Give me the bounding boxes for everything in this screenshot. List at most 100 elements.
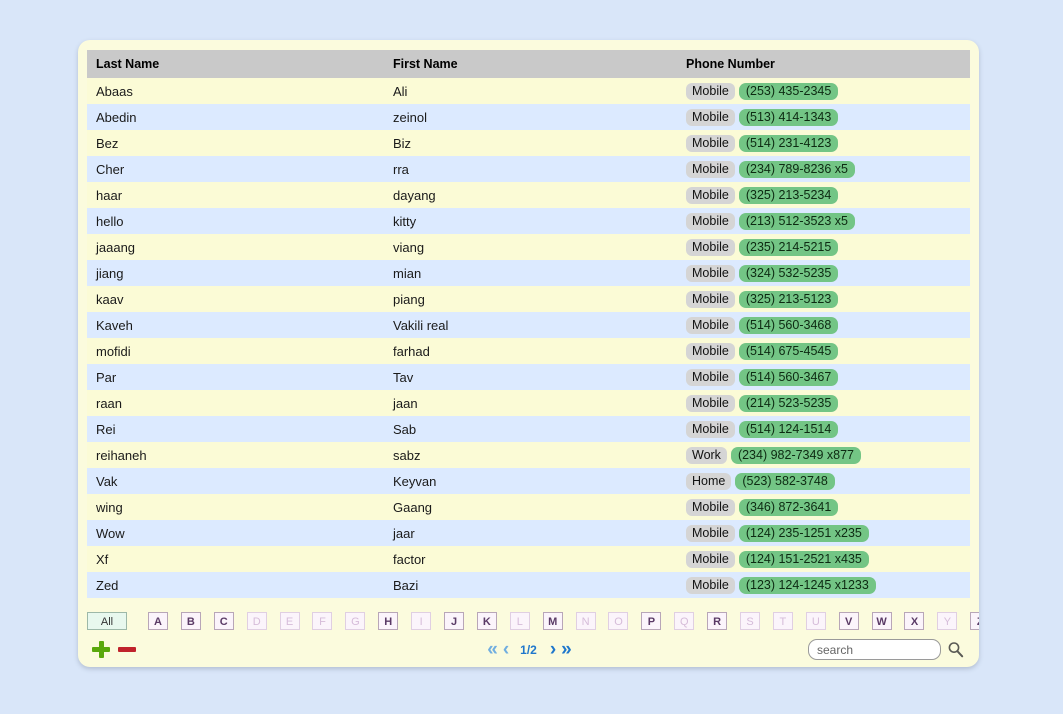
cell-last-name: Wow <box>87 520 384 546</box>
cell-first-name: dayang <box>384 182 677 208</box>
cell-first-name: factor <box>384 546 677 572</box>
phone-type-badge: Mobile <box>686 498 735 516</box>
table-row[interactable]: haar dayang Mobile (325) 213-5234 <box>87 182 970 208</box>
alpha-filter-b[interactable]: B <box>180 612 201 630</box>
table-row[interactable]: Vak Keyvan Home (523) 582-3748 <box>87 468 970 494</box>
alpha-filter-v[interactable]: V <box>838 612 859 630</box>
cell-last-name: Par <box>87 364 384 390</box>
alpha-filter-r[interactable]: R <box>707 612 728 630</box>
cell-last-name: wing <box>87 494 384 520</box>
table-row[interactable]: Wow jaar Mobile (124) 235-1251 x235 <box>87 520 970 546</box>
cell-phone: Mobile (514) 231-4123 <box>677 130 970 156</box>
table-row[interactable]: Kaveh Vakili real Mobile (514) 560-3468 <box>87 312 970 338</box>
cell-phone: Home (523) 582-3748 <box>677 468 970 494</box>
table-row[interactable]: Bez Biz Mobile (514) 231-4123 <box>87 130 970 156</box>
alpha-filter-c[interactable]: C <box>213 612 234 630</box>
alpha-filter-i[interactable]: I <box>411 612 432 630</box>
cell-last-name: jiang <box>87 260 384 286</box>
phone-number-badge: (346) 872-3641 <box>738 498 839 516</box>
search-input[interactable] <box>808 639 941 660</box>
table-row[interactable]: hello kitty Mobile (213) 512-3523 x5 <box>87 208 970 234</box>
table-row[interactable]: Par Tav Mobile (514) 560-3467 <box>87 364 970 390</box>
phone-number-badge: (124) 235-1251 x235 <box>738 524 869 542</box>
table-row[interactable]: Rei Sab Mobile (514) 124-1514 <box>87 416 970 442</box>
alpha-filter-m[interactable]: M <box>542 612 563 630</box>
prev-page-button[interactable]: ‹ <box>503 640 509 660</box>
phone-type-badge: Mobile <box>686 108 735 126</box>
cell-phone: Mobile (124) 151-2521 x435 <box>677 546 970 572</box>
search-area <box>808 639 964 660</box>
cell-first-name: kitty <box>384 208 677 234</box>
phone-type-badge: Mobile <box>686 290 735 308</box>
alpha-filter-d[interactable]: D <box>246 612 267 630</box>
phone-number-badge: (235) 214-5215 <box>738 238 839 256</box>
alpha-filter-g[interactable]: G <box>345 612 366 630</box>
table-row[interactable]: wing Gaang Mobile (346) 872-3641 <box>87 494 970 520</box>
alpha-filter-p[interactable]: P <box>641 612 662 630</box>
cell-first-name: zeinol <box>384 104 677 130</box>
last-page-button[interactable]: » <box>561 640 571 660</box>
alpha-filter-all[interactable]: All <box>87 612 127 630</box>
alpha-filter-s[interactable]: S <box>740 612 761 630</box>
cell-phone: Mobile (214) 523-5235 <box>677 390 970 416</box>
alpha-filter-q[interactable]: Q <box>674 612 695 630</box>
cell-phone: Mobile (514) 560-3468 <box>677 312 970 338</box>
table-row[interactable]: kaav piang Mobile (325) 213-5123 <box>87 286 970 312</box>
table-row[interactable]: Zed Bazi Mobile (123) 124-1245 x1233 <box>87 572 970 598</box>
alpha-filter-o[interactable]: O <box>608 612 629 630</box>
alpha-filter-n[interactable]: N <box>575 612 596 630</box>
cell-phone: Mobile (124) 235-1251 x235 <box>677 520 970 546</box>
phone-number-badge: (514) 124-1514 <box>738 420 839 438</box>
alpha-filter-x[interactable]: X <box>904 612 925 630</box>
table-row[interactable]: jaaang viang Mobile (235) 214-5215 <box>87 234 970 260</box>
phone-number-badge: (324) 532-5235 <box>738 264 839 282</box>
table-row[interactable]: Cher rra Mobile (234) 789-8236 x5 <box>87 156 970 182</box>
table-row[interactable]: Abaas Ali Mobile (253) 435-2345 <box>87 78 970 104</box>
cell-first-name: viang <box>384 234 677 260</box>
phone-type-badge: Mobile <box>686 134 735 152</box>
alpha-filter-l[interactable]: L <box>509 612 530 630</box>
phone-type-badge: Home <box>686 472 732 490</box>
phone-number-badge: (213) 512-3523 x5 <box>738 212 855 230</box>
alpha-filter-e[interactable]: E <box>279 612 300 630</box>
alpha-filter-h[interactable]: H <box>378 612 399 630</box>
cell-last-name: Abedin <box>87 104 384 130</box>
table-row[interactable]: raan jaan Mobile (214) 523-5235 <box>87 390 970 416</box>
cell-last-name: Vak <box>87 468 384 494</box>
alpha-filter-y[interactable]: Y <box>937 612 958 630</box>
alpha-filter-f[interactable]: F <box>312 612 333 630</box>
alphabet-letters: ABCDEFGHIJKLMNOPQRSTUVWXYZ <box>148 612 979 630</box>
cell-phone: Mobile (325) 213-5123 <box>677 286 970 312</box>
alpha-filter-u[interactable]: U <box>805 612 826 630</box>
column-header-phone[interactable]: Phone Number <box>677 50 970 78</box>
cell-phone: Mobile (346) 872-3641 <box>677 494 970 520</box>
phone-number-badge: (523) 582-3748 <box>735 472 835 490</box>
phone-number-badge: (514) 675-4545 <box>738 342 839 360</box>
cell-last-name: jaaang <box>87 234 384 260</box>
alpha-filter-z[interactable]: Z <box>970 612 979 630</box>
alpha-filter-k[interactable]: K <box>476 612 497 630</box>
cell-first-name: Sab <box>384 416 677 442</box>
next-page-button[interactable]: › <box>550 640 556 660</box>
magnifier-icon[interactable] <box>947 641 964 658</box>
phone-number-badge: (234) 982-7349 x877 <box>730 446 861 464</box>
alpha-filter-t[interactable]: T <box>772 612 793 630</box>
phone-type-badge: Mobile <box>686 368 735 386</box>
table-row[interactable]: Abedin zeinol Mobile (513) 414-1343 <box>87 104 970 130</box>
phone-type-badge: Mobile <box>686 82 735 100</box>
phone-type-badge: Mobile <box>686 524 735 542</box>
table-row[interactable]: reihaneh sabz Work (234) 982-7349 x877 <box>87 442 970 468</box>
alpha-filter-a[interactable]: A <box>148 612 168 630</box>
first-page-button[interactable]: « <box>487 640 497 660</box>
cell-phone: Mobile (325) 213-5234 <box>677 182 970 208</box>
column-header-first-name[interactable]: First Name <box>384 50 677 78</box>
alpha-filter-j[interactable]: J <box>444 612 465 630</box>
phone-type-badge: Mobile <box>686 264 735 282</box>
cell-last-name: reihaneh <box>87 442 384 468</box>
table-row[interactable]: jiang mian Mobile (324) 532-5235 <box>87 260 970 286</box>
alpha-filter-w[interactable]: W <box>871 612 892 630</box>
column-header-last-name[interactable]: Last Name <box>87 50 384 78</box>
table-row[interactable]: mofidi farhad Mobile (514) 675-4545 <box>87 338 970 364</box>
table-row[interactable]: Xf factor Mobile (124) 151-2521 x435 <box>87 546 970 572</box>
phone-type-badge: Mobile <box>686 576 735 594</box>
